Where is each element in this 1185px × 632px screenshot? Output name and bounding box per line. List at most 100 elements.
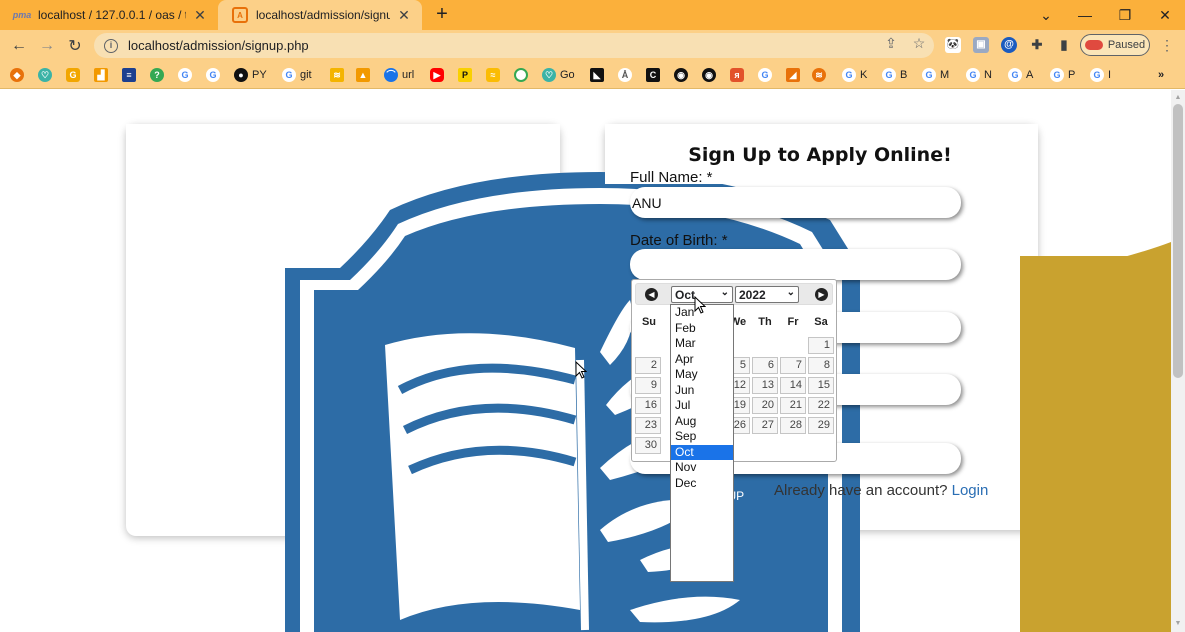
month-option[interactable]: Feb — [671, 321, 733, 337]
at-extension-icon[interactable]: @ — [1001, 37, 1017, 53]
month-option[interactable]: Nov — [671, 460, 733, 476]
dob-input[interactable] — [630, 249, 961, 280]
new-tab-button[interactable]: + — [430, 3, 454, 27]
bookmark-a[interactable]: GA — [1008, 66, 1033, 84]
bookmark-item[interactable]: ? — [150, 66, 168, 84]
bookmark-py[interactable]: ● PY — [234, 66, 267, 84]
bookmark-b[interactable]: GB — [882, 66, 907, 84]
bookmark-item[interactable]: ≋ — [812, 66, 830, 84]
bookmark-item[interactable]: ♡ — [38, 66, 56, 84]
tab-search-icon[interactable]: ⌄ — [1026, 0, 1066, 30]
bookmark-item[interactable]: ≋ — [330, 66, 348, 84]
full-name-input[interactable] — [630, 187, 961, 218]
day-cell[interactable]: 7 — [780, 357, 806, 374]
bookmark-n[interactable]: GN — [966, 66, 992, 84]
month-option[interactable]: Dec — [671, 476, 733, 492]
bookmark-git[interactable]: Ggit — [282, 66, 312, 84]
vertical-scrollbar[interactable]: ▲ ▼ — [1171, 90, 1185, 632]
month-dropdown[interactable]: Jan Feb Mar Apr May Jun Jul Aug Sep Oct … — [670, 304, 734, 582]
sidepanel-icon[interactable]: ▮ — [1056, 37, 1072, 53]
next-month-icon[interactable]: ▶ — [815, 288, 828, 301]
bookmark-item[interactable]: ≈ — [486, 66, 504, 84]
star-icon[interactable]: ☆ — [910, 34, 928, 52]
day-cell[interactable]: 22 — [808, 397, 834, 414]
bookmark-i[interactable]: GI — [1090, 66, 1111, 84]
share-icon[interactable]: ⇪ — [882, 34, 900, 52]
bookmark-m[interactable]: GM — [922, 66, 949, 84]
more-bookmarks-icon[interactable]: » — [1158, 66, 1164, 84]
info-icon[interactable]: i — [104, 38, 118, 53]
close-window-button[interactable]: ✕ — [1145, 0, 1185, 30]
bookmark-icon: ≈ — [486, 68, 500, 82]
day-cell[interactable]: 15 — [808, 377, 834, 394]
profile-extension-icon[interactable]: ▣ — [973, 37, 989, 53]
puzzle-icon[interactable]: ✚ — [1029, 37, 1045, 53]
login-link[interactable]: Login — [952, 482, 989, 499]
day-cell[interactable]: 28 — [780, 417, 806, 434]
bookmark-label: P — [1068, 69, 1076, 81]
day-cell[interactable]: 20 — [752, 397, 778, 414]
month-option[interactable]: Apr — [671, 352, 733, 368]
bookmark-item[interactable]: ◉ — [674, 66, 692, 84]
month-option-selected[interactable]: Oct — [671, 444, 733, 460]
bookmark-item[interactable]: ▶ — [430, 66, 448, 84]
bookmark-item[interactable]: P — [458, 66, 476, 84]
day-cell[interactable]: 23 — [635, 417, 661, 434]
month-option[interactable]: Sep — [671, 429, 733, 445]
prev-month-icon[interactable]: ◀ — [645, 288, 658, 301]
bookmark-item[interactable]: G — [206, 66, 224, 84]
day-cell[interactable]: 1 — [808, 337, 834, 354]
day-cell[interactable]: 16 — [635, 397, 661, 414]
day-cell[interactable]: 8 — [808, 357, 834, 374]
panda-extension-icon[interactable]: 🐼 — [945, 37, 961, 53]
bookmark-k[interactable]: GK — [842, 66, 867, 84]
day-cell[interactable]: 30 — [635, 437, 661, 454]
bookmark-url[interactable]: ⌒ url — [384, 66, 414, 84]
month-option[interactable]: Mar — [671, 336, 733, 352]
close-icon[interactable]: ✕ — [396, 7, 412, 24]
menu-icon[interactable]: ⋮ — [1158, 36, 1176, 54]
bookmark-item[interactable]: ◆ — [10, 66, 28, 84]
address-bar[interactable]: i localhost/admission/signup.php — [94, 33, 934, 58]
bookmark-item[interactable]: G — [758, 66, 776, 84]
bookmark-item[interactable]: G — [178, 66, 196, 84]
bookmark-go[interactable]: ♡ Go — [542, 66, 575, 84]
bookmark-item[interactable]: я — [730, 66, 748, 84]
day-cell[interactable]: 21 — [780, 397, 806, 414]
bookmark-item[interactable]: G — [66, 66, 84, 84]
reload-icon[interactable]: ↻ — [63, 34, 87, 58]
bookmark-item[interactable]: ◉ — [702, 66, 720, 84]
month-option[interactable]: May — [671, 367, 733, 383]
day-cell[interactable]: 2 — [635, 357, 661, 374]
minimize-button[interactable]: — — [1065, 0, 1105, 30]
day-cell[interactable]: 6 — [752, 357, 778, 374]
day-cell[interactable]: 29 — [808, 417, 834, 434]
scroll-up-icon[interactable]: ▲ — [1174, 94, 1182, 102]
close-icon[interactable]: ✕ — [192, 7, 208, 24]
bookmark-item[interactable]: ◣ — [590, 66, 608, 84]
tab-phpmyadmin[interactable]: pma localhost / 127.0.0.1 / oas / t_use … — [0, 0, 218, 30]
year-select[interactable]: 2022 ⌄ — [735, 286, 799, 303]
bookmark-item[interactable]: ▟ — [94, 66, 112, 84]
bookmark-p[interactable]: GP — [1050, 66, 1075, 84]
month-option[interactable]: Jun — [671, 383, 733, 399]
profile-paused-button[interactable]: Paused — [1080, 34, 1150, 56]
scrollbar-thumb[interactable] — [1173, 104, 1183, 378]
restore-button[interactable]: ❐ — [1105, 0, 1145, 30]
bookmark-item[interactable]: ◢ — [786, 66, 804, 84]
forward-icon[interactable]: → — [35, 34, 59, 58]
back-icon[interactable]: ← — [7, 34, 31, 58]
bookmark-item[interactable] — [514, 66, 532, 84]
tab-signup[interactable]: A localhost/admission/signup.php ✕ — [218, 0, 422, 30]
day-cell[interactable]: 27 — [752, 417, 778, 434]
bookmark-item[interactable]: ▲ — [356, 66, 374, 84]
month-option[interactable]: Aug — [671, 414, 733, 430]
day-cell[interactable]: 9 — [635, 377, 661, 394]
day-cell[interactable]: 13 — [752, 377, 778, 394]
bookmark-item[interactable]: Å — [618, 66, 636, 84]
scroll-down-icon[interactable]: ▼ — [1174, 620, 1182, 628]
bookmark-item[interactable]: ≡ — [122, 66, 140, 84]
month-option[interactable]: Jul — [671, 398, 733, 414]
bookmark-item[interactable]: C — [646, 66, 664, 84]
day-cell[interactable]: 14 — [780, 377, 806, 394]
